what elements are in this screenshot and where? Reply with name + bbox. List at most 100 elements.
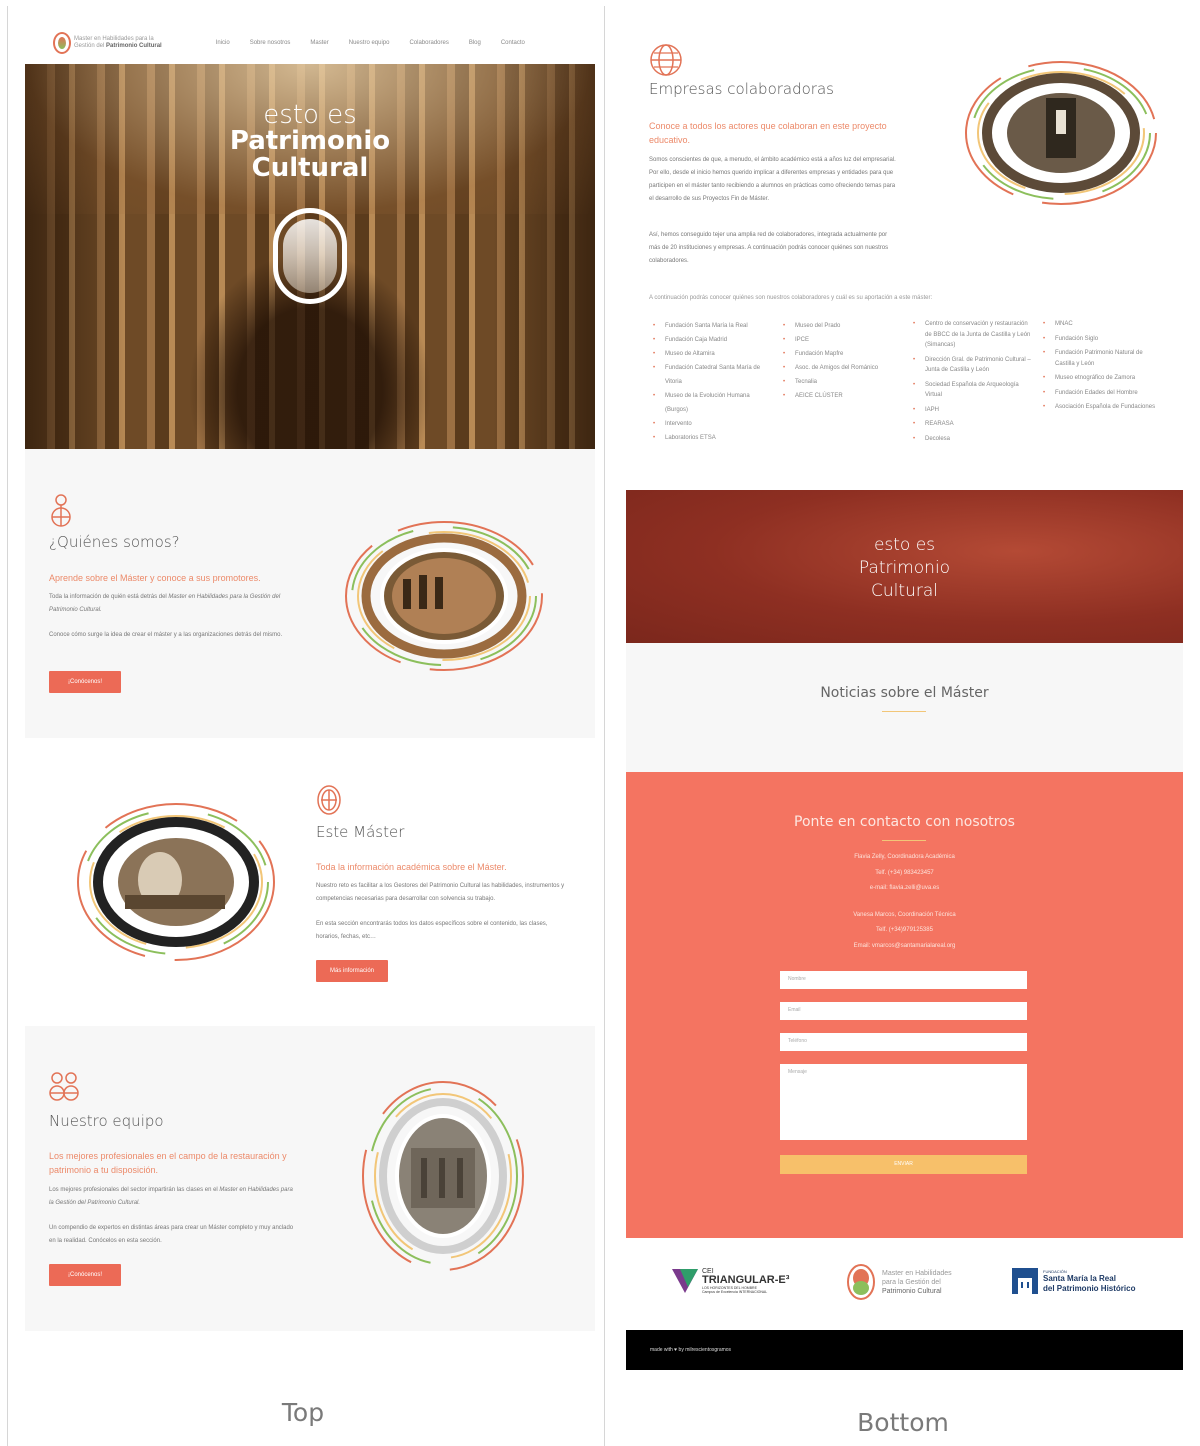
partner-item[interactable]: Decolesa (911, 434, 1031, 445)
partner-item[interactable]: Museo de la Evolución Humana (Burgos) (651, 389, 769, 417)
quienes-ring-photo (345, 521, 543, 671)
label-top: Top (281, 1398, 325, 1427)
contact-email-1[interactable]: e-mail: flavia.zelli@uva.es (626, 881, 1183, 897)
partner-item[interactable]: Fundación Caja Madrid (651, 333, 769, 347)
menu-item-contacto[interactable]: Contacto (501, 40, 525, 46)
contact-phone-1[interactable]: Telf. (+34) 983423457 (626, 866, 1183, 882)
brand[interactable]: Master en Habilidades para la Gestión de… (53, 32, 162, 54)
master-title: Este Máster (316, 823, 405, 841)
partner-item[interactable]: IAPH (911, 405, 1031, 416)
partner-item[interactable]: MNAC (1041, 319, 1161, 330)
email-field[interactable]: Email (780, 1002, 1027, 1020)
fundacion-line-2: del Patrimonio Histórico (1043, 1283, 1136, 1293)
master-logo[interactable]: Master en Habilidades para la Gestión de… (847, 1264, 952, 1300)
hero-title: esto es Patrimonio Cultural (25, 102, 595, 182)
partner-item[interactable]: Fundación Mapfre (781, 347, 899, 361)
hero-line-1: esto es (263, 100, 357, 130)
frame-left-border (7, 6, 8, 1446)
section-nuestro-equipo: Nuestro equipo Los mejores profesionales… (25, 1026, 595, 1331)
menu-item-colaboradores[interactable]: Colaboradores (409, 40, 448, 46)
partner-item[interactable]: IPCE (781, 333, 899, 347)
partner-item[interactable]: Dirección Gral. de Patrimonio Cultural –… (911, 355, 1031, 376)
partner-logos: CEI TRIANGULAR-E³ LOS HORIZONTES DEL HOM… (626, 1238, 1183, 1330)
top-navigation-bar: Master en Habilidades para la Gestión de… (25, 22, 595, 64)
section-noticias: Noticias sobre el Máster (626, 643, 1183, 772)
fundacion-logo[interactable]: FUNDACIÓN Santa María la Real del Patrim… (1012, 1268, 1135, 1294)
partner-item[interactable]: Centro de conservación y restauración de… (911, 319, 1031, 351)
master-subtitle: Toda la información académica sobre el M… (316, 862, 507, 872)
partner-item[interactable]: Laboratorios ETSA (651, 431, 769, 445)
cei-name: TRIANGULAR-E³ (702, 1274, 790, 1286)
contact-title: Ponte en contacto con nosotros (794, 814, 1015, 830)
partner-item[interactable]: Museo del Prado (781, 319, 899, 333)
partner-item[interactable]: Fundación Edades del Hombre (1041, 388, 1161, 399)
contact-info: Flavia Zelly, Coordinadora Académica Tel… (626, 850, 1183, 954)
fundacion-building-icon (1012, 1268, 1038, 1294)
partner-item[interactable]: Sociedad Española de Arqueología Virtual (911, 380, 1031, 401)
partners-list-col-3: Centro de conservación y restauración de… (911, 319, 1031, 444)
patrimonio-banner: esto es Patrimonio Cultural (626, 490, 1183, 643)
partner-item[interactable]: Asociación Española de Fundaciones (1041, 402, 1161, 413)
master-logo-line-1: Master en Habilidades (882, 1269, 952, 1277)
empresas-paragraph-2: Así, hemos conseguido tejer una amplia r… (649, 232, 889, 264)
brand-line-1: Master en Habilidades para la (74, 36, 154, 42)
partner-item[interactable]: Tecnalia (781, 375, 899, 389)
partner-item[interactable]: Museo de Altamira (651, 347, 769, 361)
hero-cloister-image: esto es Patrimonio Cultural (25, 64, 595, 449)
brand-line-2: Gestión del (74, 43, 107, 49)
partner-item[interactable]: Fundación Santa María la Real (651, 319, 769, 333)
site-footer: made with ♥ by milrescientosgramos (626, 1330, 1183, 1370)
contact-coordinacion-tecnica: Vanesa Marcos, Coordinación Técnica (853, 911, 956, 918)
phone-field[interactable]: Teléfono (780, 1033, 1027, 1051)
cei-logo[interactable]: CEI TRIANGULAR-E³ LOS HORIZONTES DEL HOM… (672, 1268, 789, 1294)
equipo-ring-photo (362, 1081, 524, 1271)
empresas-intro: A continuación podrás conocer quiénes so… (649, 295, 933, 301)
section-este-master: Este Máster Toda la información académic… (25, 738, 595, 1026)
contact-coordinadora: Flavia Zelly, Coordinadora Académica (854, 854, 955, 860)
master-paragraph-2: En esta sección encontrarás todos los da… (316, 921, 548, 940)
hero-line-2: Patrimonio (229, 126, 391, 156)
menu-item-sobre-nosotros[interactable]: Sobre nosotros (250, 40, 291, 46)
partner-item[interactable]: Fundación Catedral Santa María de Vitori… (651, 361, 769, 389)
master-paragraph-1: Nuestro reto es facilitar a los Gestores… (316, 883, 565, 902)
noticias-divider (882, 711, 926, 712)
footer-credit[interactable]: made with ♥ by milrescientosgramos (650, 1347, 731, 1353)
quienes-conocenos-button[interactable]: ¡Conócenos! (49, 671, 121, 693)
partner-item[interactable]: Asoc. de Amigos del Románico (781, 361, 899, 375)
banner-title: esto es Patrimonio Cultural (626, 534, 1183, 603)
hero-logo-badge (273, 208, 347, 304)
equipo-paragraph-2: Un compendio de expertos en distintas ár… (49, 1225, 294, 1244)
empresas-paragraph-1: Somos conscientes de que, a menudo, el á… (649, 157, 896, 202)
partner-item[interactable]: Fundación Patrimonio Natural de Castilla… (1041, 348, 1161, 369)
master-logo-icon (847, 1264, 875, 1300)
brand-logo-icon (53, 32, 71, 54)
partner-item[interactable]: AEICE CLÚSTER (781, 389, 899, 403)
cei-sub-2: Campus de Excelencia INTERNACIONAL (702, 1290, 768, 1294)
fundacion-line-1: Santa María la Real (1043, 1273, 1116, 1283)
brand-line-2-bold: Patrimonio Cultural (106, 43, 162, 49)
contact-email-2[interactable]: Email: vmarcos@santamarialareal.org (626, 939, 1183, 955)
message-field[interactable]: Mensaje (780, 1064, 1027, 1140)
equipo-conocenos-button[interactable]: ¡Conócenos! (49, 1264, 121, 1286)
empresas-title: Empresas colaboradoras (649, 80, 834, 98)
menu-item-nuestro-equipo[interactable]: Nuestro equipo (349, 40, 390, 46)
partner-item[interactable]: Museo etnográfico de Zamora (1041, 373, 1161, 384)
submit-button[interactable]: ENVIAR (780, 1155, 1027, 1174)
menu-item-master[interactable]: Master (310, 40, 328, 46)
name-field[interactable]: Nombre (780, 971, 1027, 989)
menu-item-blog[interactable]: Blog (469, 40, 481, 46)
empresas-subtitle: Conoce a todos los actores que colaboran… (649, 121, 887, 145)
banner-line-2: Patrimonio (858, 558, 951, 578)
hero-line-3: Cultural (251, 153, 369, 183)
menu-item-inicio[interactable]: Inicio (216, 40, 230, 46)
master-logo-line-3: Patrimonio Cultural (882, 1287, 942, 1295)
quienes-paragraph-2: Conoce cómo surge la idea de crear el má… (49, 632, 283, 638)
partner-item[interactable]: Intervento (651, 417, 769, 431)
brand-text: Master en Habilidades para la Gestión de… (74, 36, 162, 50)
contact-phone-2[interactable]: Telf. (+34)979125385 (626, 923, 1183, 939)
partners-list-col-1: Fundación Santa María la Real Fundación … (651, 319, 769, 445)
partner-item[interactable]: Fundación Siglo (1041, 334, 1161, 345)
master-mas-informacion-button[interactable]: Más información (316, 960, 388, 982)
partner-item[interactable]: REARASA (911, 419, 1031, 430)
section-contacto: Ponte en contacto con nosotros Flavia Ze… (626, 772, 1183, 1238)
